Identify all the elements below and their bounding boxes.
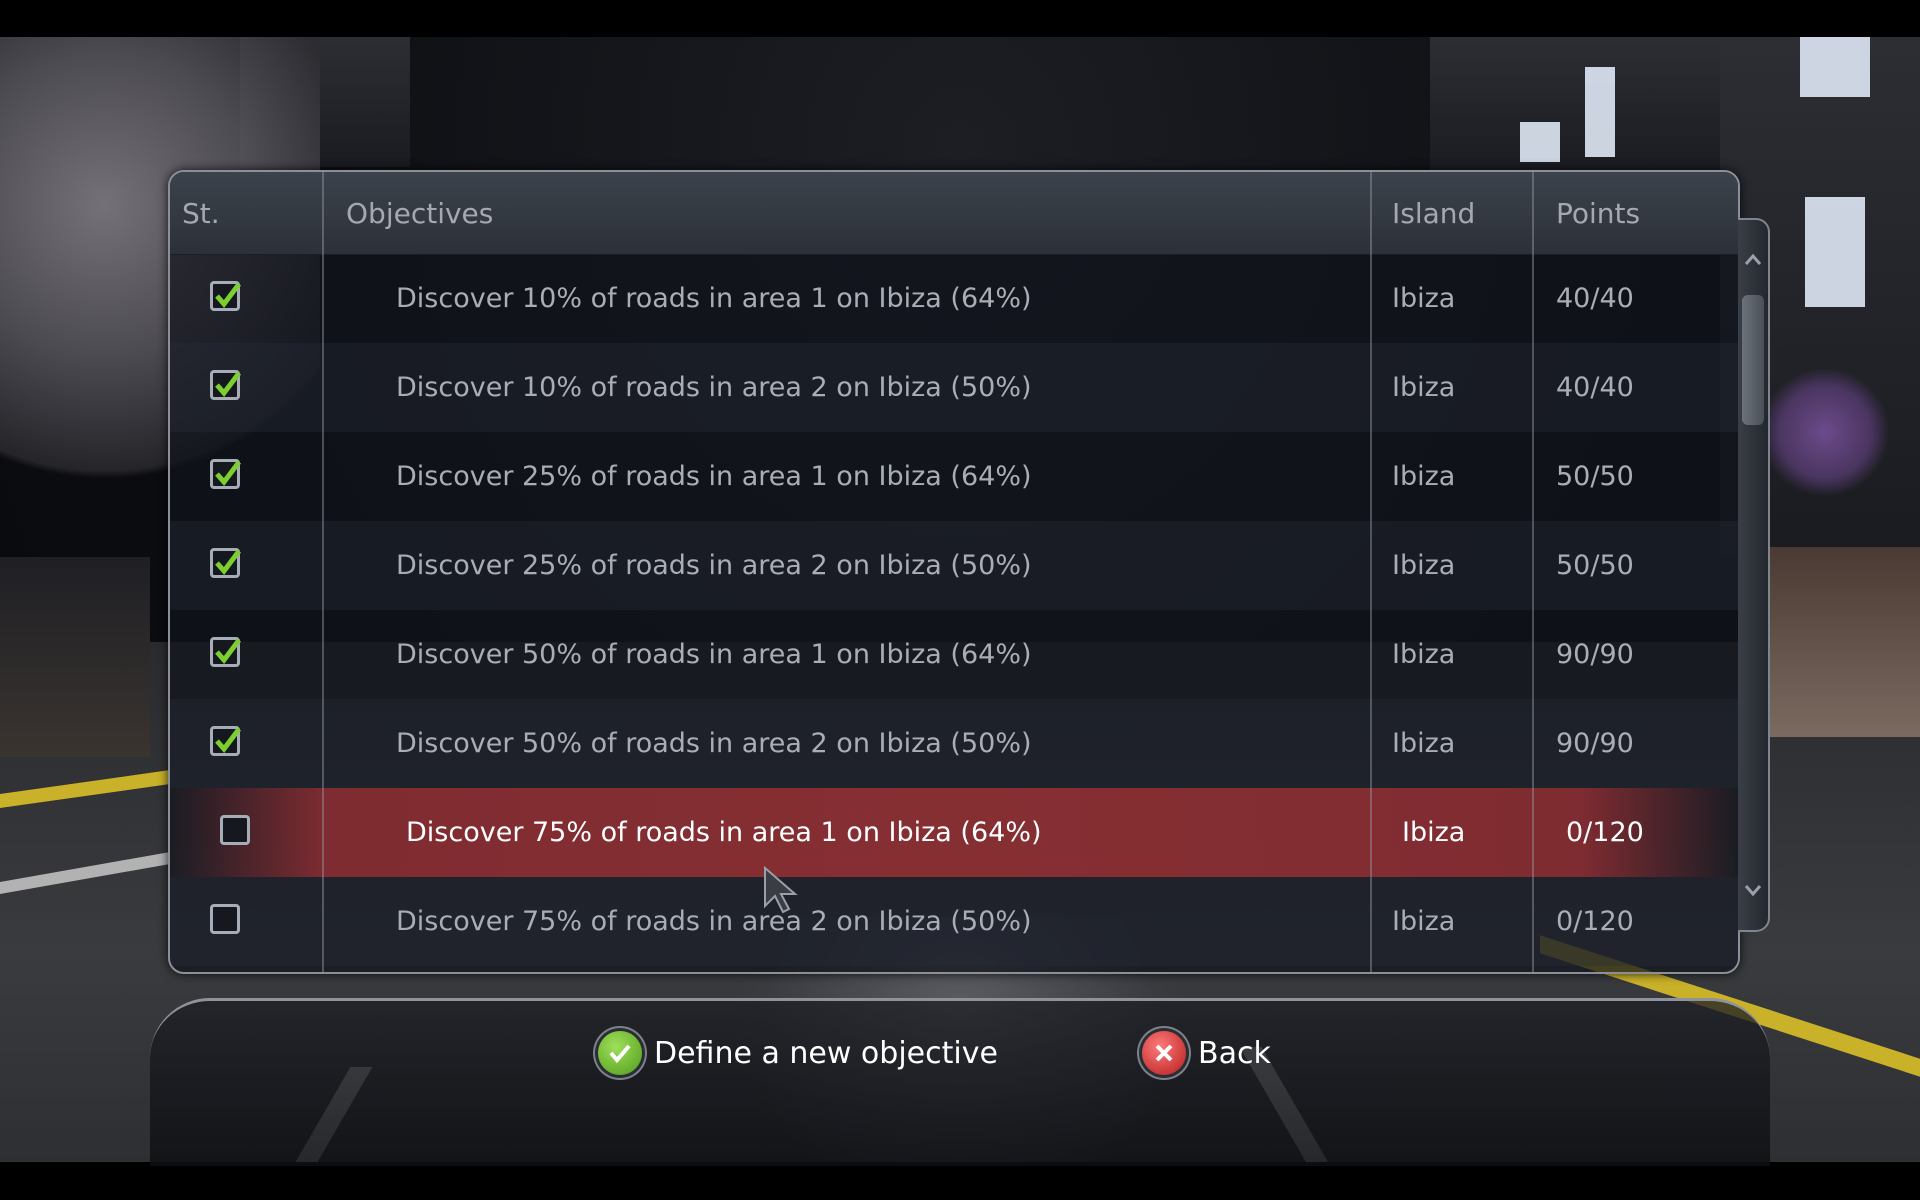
column-divider	[1370, 172, 1372, 972]
points-text: 90/90	[1556, 728, 1634, 759]
checked-checkbox-icon	[210, 726, 241, 756]
table-row[interactable]: Discover 75% of roads in area 1 on Ibiza…	[170, 788, 1738, 877]
define-objective-label: Define a new objective	[654, 1035, 998, 1071]
points-text: 0/120	[1566, 817, 1644, 848]
checked-checkbox-icon	[210, 548, 241, 578]
table-row[interactable]: Discover 50% of roads in area 2 on Ibiza…	[170, 699, 1738, 788]
header-objectives[interactable]: Objectives	[346, 172, 493, 254]
points-text: 50/50	[1556, 550, 1634, 581]
table-row[interactable]: Discover 10% of roads in area 2 on Ibiza…	[170, 343, 1738, 432]
objective-text: Discover 10% of roads in area 1 on Ibiza…	[396, 283, 1032, 314]
island-text: Ibiza	[1402, 817, 1466, 848]
island-text: Ibiza	[1392, 372, 1456, 403]
points-text: 40/40	[1556, 372, 1634, 403]
back-button[interactable]: Back	[1142, 1031, 1271, 1075]
objective-text: Discover 50% of roads in area 2 on Ibiza…	[396, 728, 1032, 759]
table-row[interactable]: Discover 75% of roads in area 2 on Ibiza…	[170, 877, 1738, 966]
mouse-cursor-icon	[764, 866, 798, 914]
island-text: Ibiza	[1392, 461, 1456, 492]
table-row[interactable]: Discover 10% of roads in area 1 on Ibiza…	[170, 254, 1738, 343]
objective-text: Discover 25% of roads in area 1 on Ibiza…	[396, 461, 1032, 492]
close-circle-icon	[1142, 1031, 1186, 1075]
table-row[interactable]: Discover 25% of roads in area 2 on Ibiza…	[170, 521, 1738, 610]
objective-text: Discover 75% of roads in area 1 on Ibiza…	[406, 817, 1042, 848]
table-row[interactable]: Discover 50% of roads in area 1 on Ibiza…	[170, 610, 1738, 699]
check-circle-icon	[598, 1031, 642, 1075]
table-row[interactable]: Discover 25% of roads in area 1 on Ibiza…	[170, 432, 1738, 521]
action-bar: Define a new objective Back	[150, 998, 1770, 1166]
objective-text: Discover 10% of roads in area 2 on Ibiza…	[396, 372, 1032, 403]
checked-checkbox-icon	[210, 637, 241, 667]
checked-checkbox-icon	[210, 459, 241, 489]
island-text: Ibiza	[1392, 283, 1456, 314]
checked-checkbox-icon	[210, 281, 241, 311]
objective-text: Discover 75% of roads in area 2 on Ibiza…	[396, 906, 1032, 937]
points-text: 50/50	[1556, 461, 1634, 492]
header-island[interactable]: Island	[1392, 172, 1475, 254]
checked-checkbox-icon	[210, 370, 241, 400]
points-text: 90/90	[1556, 639, 1634, 670]
table-header: St. Objectives Island Points	[170, 172, 1738, 255]
header-status[interactable]: St.	[182, 172, 220, 254]
scrollbar-thumb[interactable]	[1742, 295, 1764, 425]
objective-text: Discover 50% of roads in area 1 on Ibiza…	[396, 639, 1032, 670]
points-text: 0/120	[1556, 906, 1634, 937]
header-points[interactable]: Points	[1556, 172, 1640, 254]
scroll-up-icon[interactable]	[1738, 240, 1768, 280]
column-divider	[1532, 172, 1534, 972]
back-label: Back	[1198, 1035, 1271, 1071]
island-text: Ibiza	[1392, 639, 1456, 670]
scroll-down-icon[interactable]	[1738, 870, 1768, 910]
unchecked-checkbox-icon	[210, 904, 240, 934]
objective-text: Discover 25% of roads in area 2 on Ibiza…	[396, 550, 1032, 581]
define-objective-button[interactable]: Define a new objective	[598, 1031, 998, 1075]
objectives-panel: St. Objectives Island Points Discover 10…	[168, 170, 1740, 974]
column-divider	[322, 172, 324, 972]
island-text: Ibiza	[1392, 728, 1456, 759]
points-text: 40/40	[1556, 283, 1634, 314]
island-text: Ibiza	[1392, 906, 1456, 937]
scrollbar[interactable]	[1738, 218, 1770, 932]
island-text: Ibiza	[1392, 550, 1456, 581]
unchecked-checkbox-icon	[220, 815, 250, 845]
